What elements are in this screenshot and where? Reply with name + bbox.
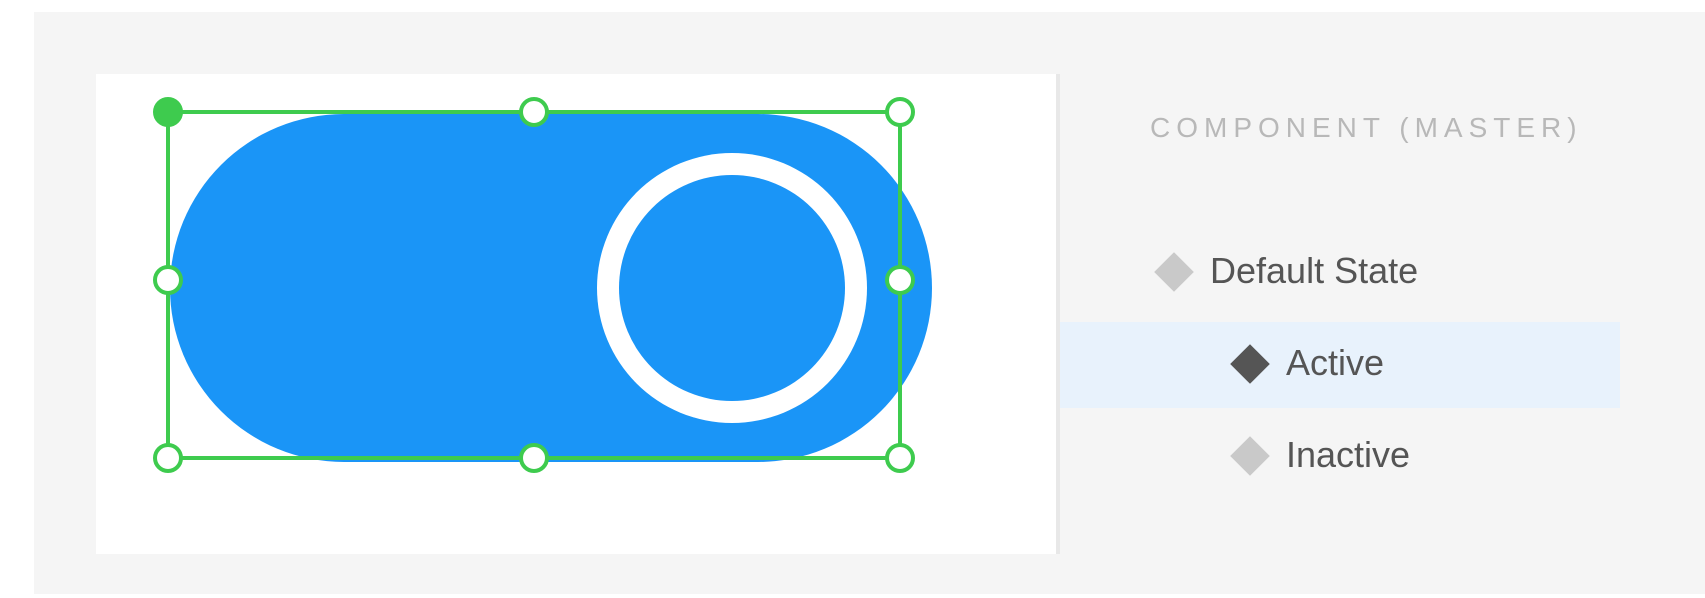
resize-handle-top-right[interactable] <box>885 97 915 127</box>
state-label: Inactive <box>1286 434 1411 475</box>
diamond-icon <box>1230 344 1270 384</box>
resize-handle-top[interactable] <box>519 97 549 127</box>
state-item-inactive[interactable]: Inactive <box>1060 414 1620 500</box>
state-label: Default State <box>1210 250 1419 291</box>
resize-handle-bottom-left[interactable] <box>153 443 183 473</box>
resize-handle-right[interactable] <box>885 265 915 295</box>
diamond-icon <box>1230 436 1270 476</box>
resize-handle-top-left[interactable] <box>153 97 183 127</box>
resize-handle-bottom[interactable] <box>519 443 549 473</box>
section-heading: COMPONENT (MASTER) <box>1150 112 1583 143</box>
state-item-default[interactable]: Default State <box>1060 230 1620 316</box>
state-item-active[interactable]: Active <box>1060 322 1620 408</box>
diamond-icon <box>1154 252 1194 292</box>
state-label: Active <box>1286 342 1385 383</box>
resize-handle-bottom-right[interactable] <box>885 443 915 473</box>
artboard-canvas <box>96 74 1056 554</box>
toggle-switch[interactable] <box>96 74 1056 554</box>
component-states-panel: COMPONENT (MASTER) Default State Active … <box>1060 74 1705 554</box>
resize-handle-left[interactable] <box>153 265 183 295</box>
toggle-knob-inner <box>619 175 845 401</box>
component-editor: COMPONENT (MASTER) Default State Active … <box>34 12 1705 594</box>
